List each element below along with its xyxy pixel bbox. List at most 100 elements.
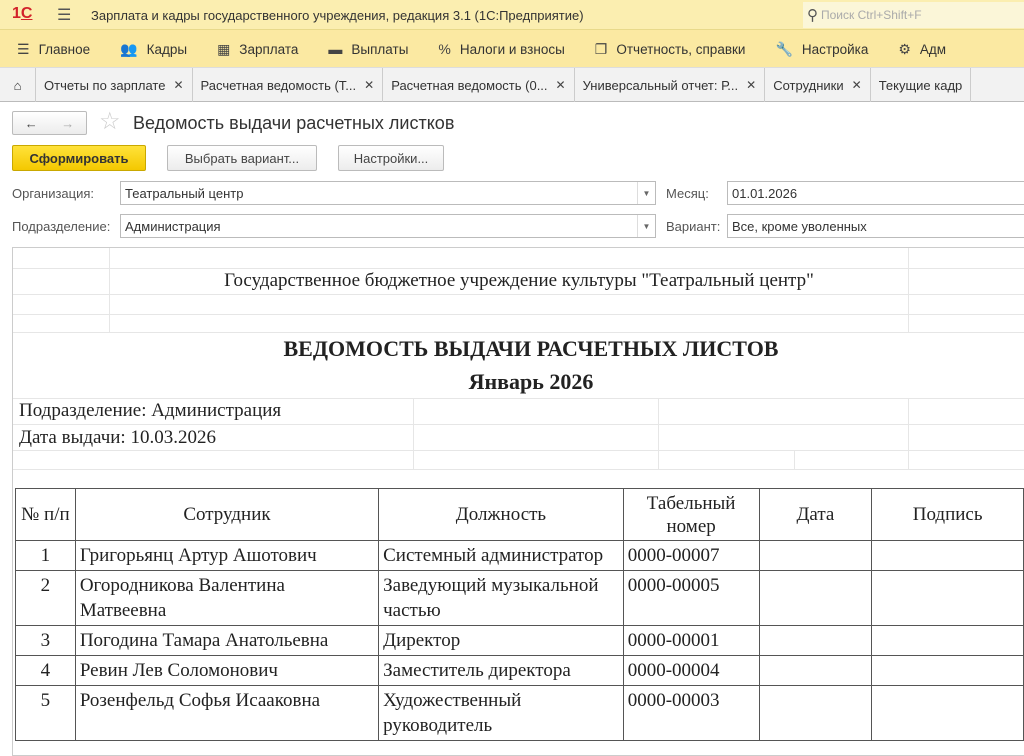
tab-label: Расчетная ведомость (0... (391, 77, 548, 93)
report-spreadsheet[interactable]: Государственное бюджетное учреждение кул… (12, 247, 1024, 756)
table-row: 1 Григорьянц Артур Ашотович Системный адми… (15, 540, 1024, 571)
documents-icon: ❐ (594, 40, 608, 57)
report-org: Государственное бюджетное учреждение кул… (224, 270, 814, 291)
close-icon[interactable]: ✕ (852, 78, 862, 92)
section-users[interactable]: 👥 Кадры (120, 30, 187, 68)
row-number: 5 (15, 685, 76, 741)
report-period: Январь 2026 (468, 369, 594, 394)
table-row: 2 Огородникова Валентина Матвеевна Заведую… (15, 570, 1024, 626)
1c-logo: 1С (12, 5, 33, 22)
employee-position: Заведующий музыкальной частью (378, 570, 624, 626)
section-label: Выплаты (351, 41, 409, 57)
column-header: Табельный номер (622, 488, 760, 541)
dropdown-icon[interactable]: ▼ (637, 182, 655, 204)
tab-label: Расчетная ведомость (Т... (200, 77, 357, 93)
employee-position: Директор (378, 625, 624, 656)
month-label: Месяц: (666, 186, 709, 201)
employee-name: Огородникова Валентина Матвеевна (74, 570, 380, 626)
section-documents[interactable]: ❐ Отчетность, справки (595, 30, 746, 68)
variant-value: Все, кроме уволенных (732, 218, 867, 234)
section-label: Настройка (801, 41, 869, 57)
search-placeholder: Поиск Ctrl+Shift+F (821, 8, 922, 22)
section-label: Отчетность, справки (616, 41, 746, 57)
sections-panel: ☰ Главное 👥 Кадры ▦ Зарплата ▬ Выплаты % Налоги и… (0, 30, 1024, 68)
forward-button[interactable]: → (61, 116, 74, 131)
employee-name: Погодина Тамара Анатольевна (74, 625, 380, 656)
dept-field[interactable]: Администрация ▼ (120, 214, 656, 238)
favorite-star-icon[interactable]: ☆ (99, 107, 121, 136)
month-field[interactable]: 01.01.2026 (727, 181, 1024, 205)
close-icon[interactable]: ✕ (556, 78, 566, 92)
signature-cell (871, 540, 1024, 571)
gear-icon: ⚙ (898, 40, 911, 57)
org-value: Театральный центр (125, 185, 244, 201)
section-label: Главное (38, 41, 91, 57)
generate-button[interactable]: Сформировать (12, 145, 146, 171)
employee-name: Ревин Лев Соломонович (74, 655, 380, 686)
table-row: 4 Ревин Лев Соломонович Заместитель директ… (15, 655, 1024, 686)
row-number: 4 (15, 655, 76, 686)
date-cell (758, 625, 873, 656)
tab-item[interactable]: Текущие кадр (871, 68, 972, 102)
section-wallet[interactable]: ▬ Выплаты (328, 30, 408, 68)
tab-item[interactable]: Расчетная ведомость (0... ✕ (383, 68, 575, 102)
personnel-number: 0000-00005 (622, 570, 760, 626)
back-button[interactable]: ← (25, 116, 38, 131)
close-icon[interactable]: ✕ (364, 78, 374, 92)
section-wrench[interactable]: 🔧 Настройка (775, 30, 868, 68)
org-label: Организация: (12, 186, 95, 201)
section-label: Зарплата (239, 41, 299, 57)
report-table: № п/п Сотрудник Должность Табельный номер Да… (15, 488, 1024, 741)
column-header: Подпись (871, 488, 1024, 541)
report-dept: Подразделение: Администрация (19, 400, 282, 421)
personnel-number: 0000-00001 (622, 625, 760, 656)
date-cell (758, 540, 873, 571)
section-menu[interactable]: ☰ Главное (17, 30, 90, 68)
signature-cell (871, 685, 1024, 741)
section-label: Налоги и взносы (459, 41, 565, 57)
date-cell (758, 685, 873, 741)
month-value: 01.01.2026 (732, 185, 798, 201)
tab-item[interactable]: Сотрудники ✕ (765, 68, 871, 102)
settings-button[interactable]: Настройки... (338, 145, 444, 171)
org-field[interactable]: Театральный центр ▼ (120, 181, 656, 205)
row-number: 2 (15, 570, 76, 626)
tab-item[interactable]: Расчетная ведомость (Т... ✕ (193, 68, 384, 102)
tab-item[interactable]: Отчеты по зарплате ✕ (36, 68, 193, 102)
section-percent[interactable]: % Налоги и взносы (438, 30, 564, 68)
employee-name: Григорьянц Артур Ашотович (74, 540, 380, 571)
date-cell (758, 570, 873, 626)
nav-buttons: ← → (12, 111, 87, 135)
close-icon[interactable]: ✕ (746, 78, 756, 92)
column-header: № п/п (15, 488, 76, 541)
row-number: 3 (15, 625, 76, 656)
column-header: Должность (378, 488, 624, 541)
employee-position: Художественный руководитель (378, 685, 624, 741)
section-label: Адм (919, 41, 947, 57)
signature-cell (871, 570, 1024, 626)
search-input[interactable]: ⚲ Поиск Ctrl+Shift+F (803, 2, 1024, 28)
section-gear[interactable]: ⚙ Адм (898, 30, 946, 68)
page-title: Ведомость выдачи расчетных листков (133, 113, 455, 133)
choose-variant-button[interactable]: Выбрать вариант... (167, 145, 317, 171)
row-number: 1 (15, 540, 76, 571)
tab-label: Отчеты по зарплате (44, 77, 166, 93)
close-icon[interactable]: ✕ (173, 78, 183, 92)
tab-item[interactable]: Универсальный отчет: Р... ✕ (575, 68, 766, 102)
section-calculator[interactable]: ▦ Зарплата (217, 30, 298, 68)
personnel-number: 0000-00007 (622, 540, 760, 571)
table-row: 5 Розенфельд Софья Исааковна Художественны… (15, 685, 1024, 741)
employee-name: Розенфельд Софья Исааковна (74, 685, 380, 741)
variant-field[interactable]: Все, кроме уволенных (727, 214, 1024, 238)
wallet-icon: ▬ (328, 41, 343, 57)
search-icon: ⚲ (807, 7, 818, 24)
dropdown-icon[interactable]: ▼ (637, 215, 655, 237)
menu-icon: ☰ (17, 40, 30, 57)
personnel-number: 0000-00004 (622, 655, 760, 686)
home-tab[interactable]: ⌂ (0, 68, 36, 102)
app-title: Зарплата и кадры государственного учрежд… (91, 8, 584, 23)
report-date: Дата выдачи: 10.03.2026 (19, 427, 216, 448)
main-menu-icon[interactable]: ☰ (57, 5, 71, 25)
open-tabs-bar: ⌂ Отчеты по зарплате ✕ Расчетная ведомость… (0, 68, 1024, 102)
personnel-number: 0000-00003 (622, 685, 760, 741)
